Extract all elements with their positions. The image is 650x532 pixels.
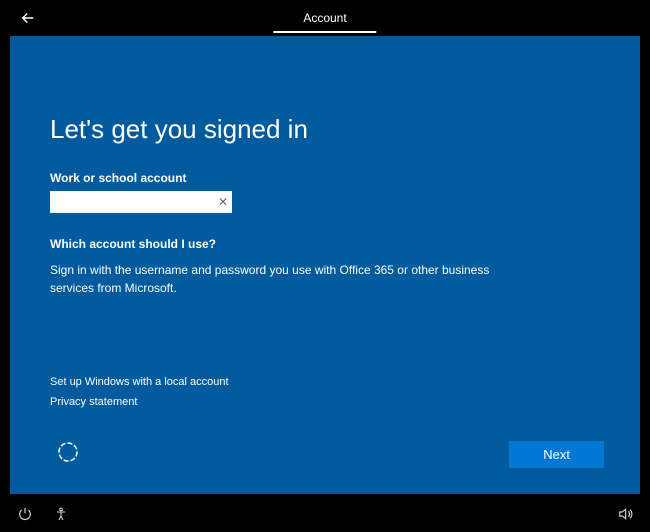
bottom-bar <box>0 496 650 532</box>
local-account-link[interactable]: Set up Windows with a local account <box>50 376 229 388</box>
account-input-wrapper: ✕ <box>50 191 232 213</box>
links-area: Set up Windows with a local account Priv… <box>50 376 229 416</box>
next-button[interactable]: Next <box>509 441 604 468</box>
tabs: Account <box>273 1 376 35</box>
accessibility-icon <box>53 506 69 522</box>
account-question: Which account should I use? <box>50 237 600 251</box>
speaker-icon <box>617 506 633 522</box>
power-button[interactable] <box>16 505 34 523</box>
account-field-label: Work or school account <box>50 171 600 185</box>
loading-spinner-icon <box>56 440 80 464</box>
page-title: Let's get you signed in <box>50 114 600 145</box>
main-panel: Let's get you signed in Work or school a… <box>10 36 640 494</box>
volume-button[interactable] <box>616 505 634 523</box>
top-bar: Account <box>0 0 650 36</box>
close-icon: ✕ <box>218 195 228 209</box>
privacy-statement-link[interactable]: Privacy statement <box>50 396 229 408</box>
clear-input-button[interactable]: ✕ <box>218 196 228 208</box>
ease-of-access-button[interactable] <box>52 505 70 523</box>
power-icon <box>17 506 33 522</box>
account-description: Sign in with the username and password y… <box>50 261 520 297</box>
arrow-left-icon <box>19 9 37 27</box>
tab-account[interactable]: Account <box>273 1 376 35</box>
account-input[interactable] <box>50 191 232 213</box>
back-button[interactable] <box>16 6 40 30</box>
bottom-left-icons <box>16 505 70 523</box>
